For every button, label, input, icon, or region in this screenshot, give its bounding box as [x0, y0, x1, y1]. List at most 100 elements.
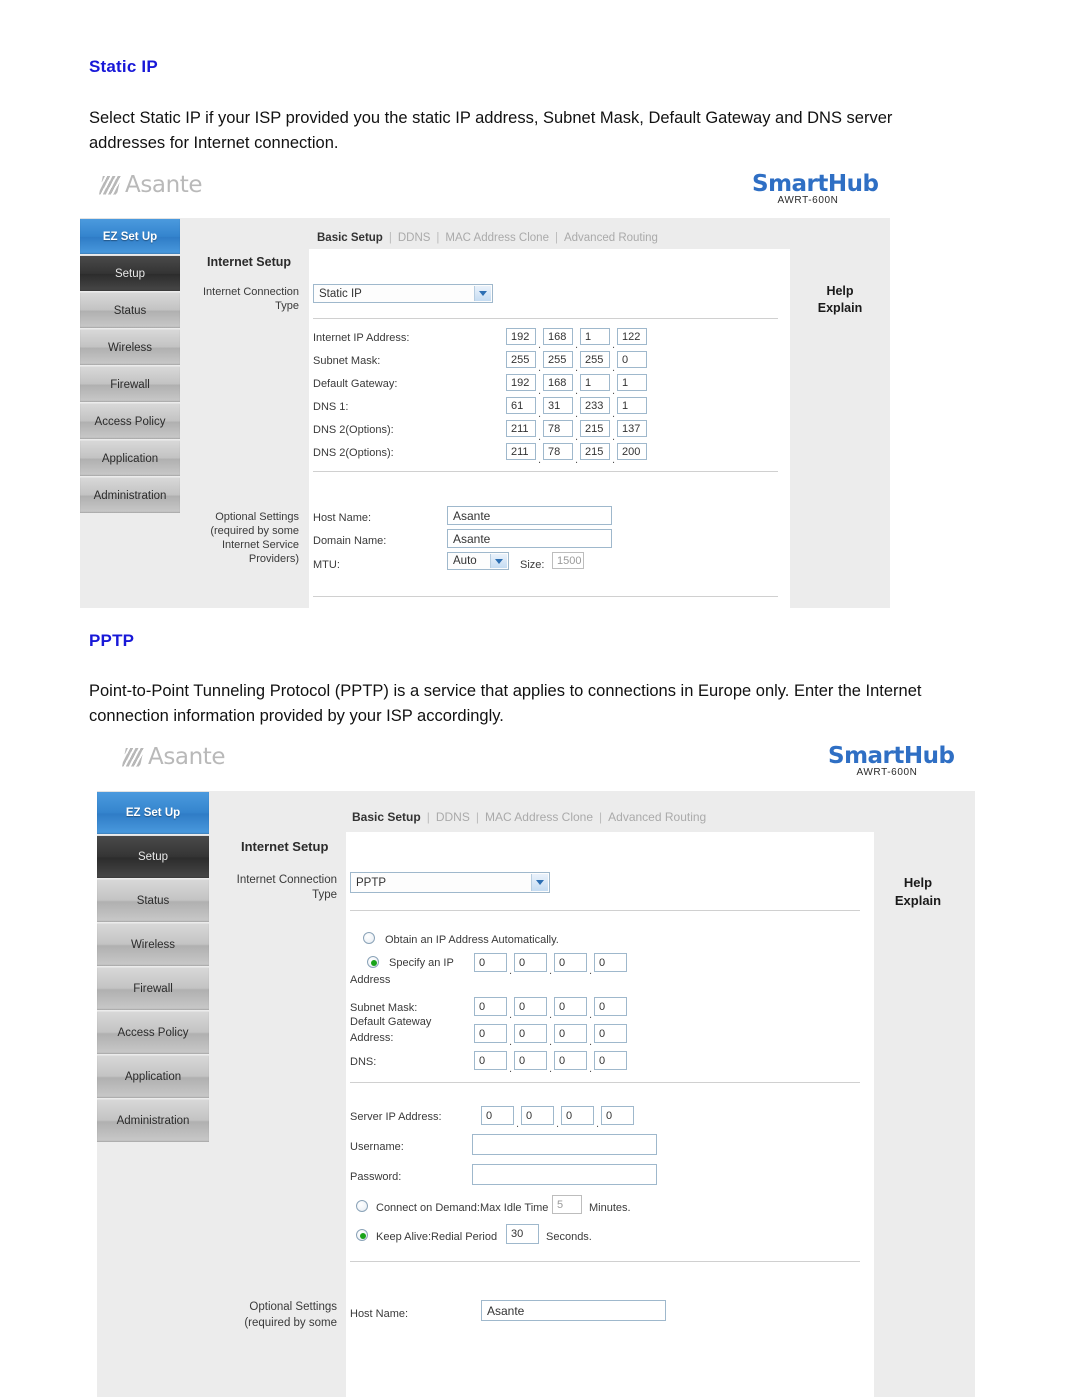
sidebar-item-access-policy[interactable]: Access Policy: [97, 1011, 209, 1054]
sidebar-item-ez-set-up[interactable]: EZ Set Up: [97, 791, 209, 834]
sidebar-pptp: EZ Set Up Setup Status Wireless Firewall…: [97, 791, 209, 1397]
select-connection-type-static[interactable]: Static IP: [313, 284, 493, 303]
octet-input[interactable]: 192: [506, 374, 536, 391]
sidebar-item-ez-set-up[interactable]: EZ Set Up: [80, 218, 180, 254]
octet-dot: .: [575, 431, 579, 443]
octet-input[interactable]: 0: [561, 1106, 594, 1125]
octet-input[interactable]: 137: [617, 420, 647, 437]
input-host-name[interactable]: Asante: [447, 506, 612, 525]
octet-dot: .: [575, 339, 579, 351]
nav-link-mac-address-clone[interactable]: MAC Address Clone: [485, 810, 593, 824]
octet-input[interactable]: 0: [554, 1024, 587, 1043]
sidebar-item-application[interactable]: Application: [80, 440, 180, 476]
sidebar-item-application[interactable]: Application: [97, 1055, 209, 1098]
chevron-down-icon[interactable]: [531, 874, 548, 891]
sidebar-item-status[interactable]: Status: [80, 292, 180, 328]
octet-input[interactable]: 168: [543, 328, 573, 345]
octet-input[interactable]: 0: [521, 1106, 554, 1125]
input-mtu-size[interactable]: 1500: [552, 552, 584, 569]
octet-input[interactable]: 78: [543, 420, 573, 437]
octet-input[interactable]: 0: [514, 1051, 547, 1070]
octet-input[interactable]: 192: [506, 328, 536, 345]
select-connection-type-pptp[interactable]: PPTP: [350, 872, 550, 893]
nav-link-advanced-routing[interactable]: Advanced Routing: [608, 810, 706, 824]
octet-input[interactable]: 1: [580, 328, 610, 345]
octet-input[interactable]: 0: [594, 997, 627, 1016]
input-max-idle-time[interactable]: 5: [552, 1195, 582, 1214]
octet-input[interactable]: 0: [594, 953, 627, 972]
sidebar-label: EZ Set Up: [102, 230, 158, 243]
sidebar-item-setup[interactable]: Setup: [80, 255, 180, 291]
nav-link-basic-setup[interactable]: Basic Setup: [317, 232, 383, 244]
octet-input[interactable]: 0: [554, 997, 587, 1016]
octet-input[interactable]: 78: [543, 443, 573, 460]
octet-input[interactable]: 215: [580, 443, 610, 460]
octet-input[interactable]: 255: [580, 351, 610, 368]
label-minutes: Minutes.: [589, 1202, 631, 1214]
octet-input[interactable]: 200: [617, 443, 647, 460]
select-mtu[interactable]: Auto: [447, 552, 509, 570]
input-username[interactable]: [472, 1134, 657, 1155]
input-host-name-pptp[interactable]: Asante: [481, 1300, 666, 1321]
sidebar-item-firewall[interactable]: Firewall: [80, 366, 180, 402]
octet-input[interactable]: 255: [506, 351, 536, 368]
octet-input[interactable]: 0: [554, 953, 587, 972]
nav-separator: |: [436, 232, 440, 244]
octet-input[interactable]: 0: [474, 1051, 507, 1070]
octet-input[interactable]: 255: [543, 351, 573, 368]
octet-input[interactable]: 0: [474, 1024, 507, 1043]
octet-input[interactable]: 0: [554, 1051, 587, 1070]
octet-input[interactable]: 211: [506, 420, 536, 437]
chevron-down-icon[interactable]: [474, 286, 491, 301]
label-username: Username:: [350, 1141, 404, 1153]
sidebar-item-wireless[interactable]: Wireless: [80, 329, 180, 365]
octet-input[interactable]: 1: [580, 374, 610, 391]
octet-dot: .: [509, 1009, 513, 1021]
sidebar-item-status[interactable]: Status: [97, 879, 209, 922]
sidebar-item-setup[interactable]: Setup: [97, 835, 209, 878]
octet-input[interactable]: 122: [617, 328, 647, 345]
octet-input[interactable]: 0: [474, 997, 507, 1016]
nav-link-advanced-routing[interactable]: Advanced Routing: [564, 232, 658, 244]
octet-input[interactable]: 0: [601, 1106, 634, 1125]
octet-input[interactable]: 0: [481, 1106, 514, 1125]
input-redial-period[interactable]: 30: [506, 1224, 539, 1244]
sidebar-item-administration[interactable]: Administration: [80, 477, 180, 513]
divider: [350, 910, 860, 911]
octet-input[interactable]: 0: [514, 1024, 547, 1043]
sidebar-item-wireless[interactable]: Wireless: [97, 923, 209, 966]
help-explain-static[interactable]: Help Explain: [795, 283, 885, 317]
octet-input[interactable]: 233: [580, 397, 610, 414]
octet-input[interactable]: 0: [474, 953, 507, 972]
divider: [350, 1082, 860, 1083]
octet-input[interactable]: 0: [594, 1024, 627, 1043]
octet-input[interactable]: 31: [543, 397, 573, 414]
sidebar-item-administration[interactable]: Administration: [97, 1099, 209, 1142]
octet-input[interactable]: 1: [617, 374, 647, 391]
nav-link-basic-setup[interactable]: Basic Setup: [352, 810, 421, 824]
nav-link-ddns[interactable]: DDNS: [436, 810, 470, 824]
sidebar-item-firewall[interactable]: Firewall: [97, 967, 209, 1010]
input-password[interactable]: [472, 1164, 657, 1185]
help-explain-pptp[interactable]: Help Explain: [869, 874, 967, 910]
octet-input[interactable]: 211: [506, 443, 536, 460]
sidebar-label: Wireless: [107, 341, 153, 354]
octet-input[interactable]: 0: [617, 351, 647, 368]
octet-input[interactable]: 215: [580, 420, 610, 437]
octet-input[interactable]: 1: [617, 397, 647, 414]
radio-specify-ip[interactable]: [367, 956, 379, 968]
sidebar-item-access-policy[interactable]: Access Policy: [80, 403, 180, 439]
radio-connect-on-demand[interactable]: [356, 1200, 368, 1212]
octet-input[interactable]: 0: [514, 997, 547, 1016]
chevron-down-icon[interactable]: [490, 554, 507, 568]
octet-dot: .: [575, 362, 579, 374]
radio-obtain-ip-auto[interactable]: [363, 932, 375, 944]
nav-link-mac-address-clone[interactable]: MAC Address Clone: [445, 232, 549, 244]
input-domain-name[interactable]: Asante: [447, 529, 612, 548]
nav-link-ddns[interactable]: DDNS: [398, 232, 431, 244]
octet-input[interactable]: 61: [506, 397, 536, 414]
radio-keep-alive[interactable]: [356, 1229, 368, 1241]
octet-input[interactable]: 168: [543, 374, 573, 391]
octet-input[interactable]: 0: [594, 1051, 627, 1070]
octet-input[interactable]: 0: [514, 953, 547, 972]
